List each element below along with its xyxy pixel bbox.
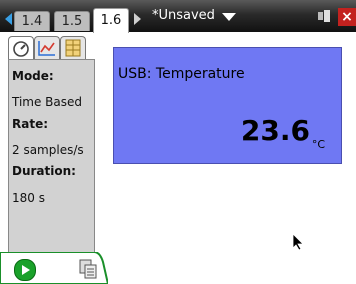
table-icon <box>65 39 81 57</box>
mode-label: Mode: <box>12 69 54 83</box>
copy-icon[interactable] <box>78 258 98 280</box>
top-bar: 1.4 1.5 1.6 *Unsaved × <box>0 0 356 33</box>
settings-panel: Mode: Time Based Rate: 2 samples/s Durat… <box>8 59 95 283</box>
meter-icon <box>13 41 29 57</box>
tab-1-5[interactable]: 1.5 <box>54 11 90 31</box>
play-icon[interactable] <box>14 259 36 281</box>
chevron-down-icon[interactable] <box>222 13 236 21</box>
next-page-arrow-icon[interactable] <box>134 13 141 25</box>
previous-page-arrow-icon[interactable] <box>5 13 12 25</box>
document-title[interactable]: *Unsaved <box>152 8 215 23</box>
sensor-label: USB: Temperature <box>118 66 245 82</box>
graph-icon <box>38 41 55 56</box>
close-icon[interactable]: × <box>338 8 356 26</box>
battery-icon <box>318 10 330 22</box>
duration-value: 180 s <box>12 191 45 205</box>
pointer-icon <box>292 233 304 251</box>
sensor-meter[interactable]: USB: Temperature 23.6 °C <box>113 47 342 164</box>
tab-graph[interactable] <box>34 36 60 59</box>
data-collection-panel: Mode: Time Based Rate: 2 samples/s Durat… <box>3 36 106 283</box>
bottom-toolbar <box>0 252 108 284</box>
sensor-unit: °C <box>311 138 325 151</box>
duration-label: Duration: <box>12 164 76 178</box>
tab-1-6[interactable]: 1.6 <box>93 8 129 33</box>
mode-value: Time Based <box>12 95 83 109</box>
tab-1-4[interactable]: 1.4 <box>14 11 50 31</box>
rate-value: 2 samples/s <box>12 143 84 157</box>
sensor-value: 23.6 <box>240 114 310 147</box>
tab-meter[interactable] <box>8 36 34 61</box>
tab-table[interactable] <box>60 36 86 59</box>
rate-label: Rate: <box>12 117 49 131</box>
